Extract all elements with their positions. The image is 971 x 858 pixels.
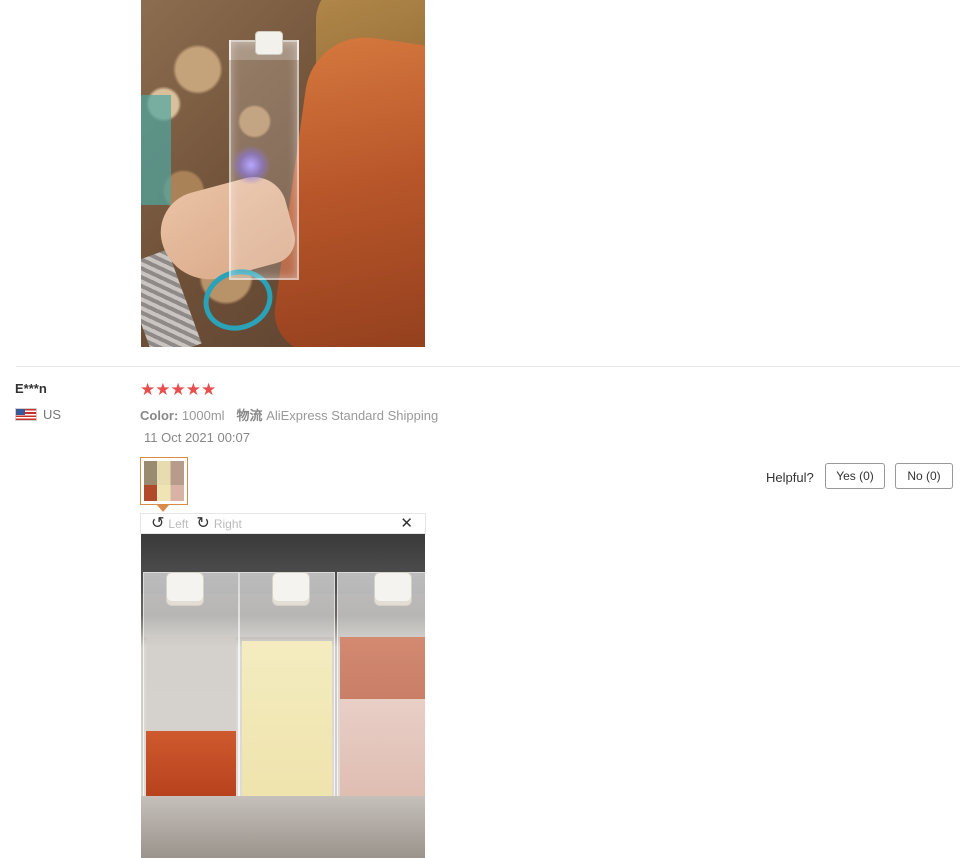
helpful-yes-button[interactable]: Yes (0) <box>825 463 885 489</box>
country-label: US <box>43 406 62 422</box>
review-photo-thumbnail[interactable] <box>140 457 188 505</box>
rotate-right-label: Right <box>213 516 242 531</box>
review-photo-large[interactable] <box>141 534 425 858</box>
us-flag-icon <box>15 407 37 421</box>
rotate-left-button[interactable]: ↺ Left <box>151 514 189 532</box>
review-page: E***n US ★★★★★ Color: 1000ml 物流 AliExpres… <box>0 0 971 858</box>
bottle-middle <box>239 572 335 802</box>
rotate-right-icon: ↻ <box>196 514 210 532</box>
rotate-right-button[interactable]: ↻ Right <box>196 514 242 532</box>
thumbnail-caret-icon <box>157 505 169 512</box>
close-icon[interactable]: ✕ <box>400 515 413 532</box>
bottle-left <box>143 572 239 802</box>
thumbnail-image <box>144 461 184 501</box>
shipping-value: AliExpress Standard Shipping <box>266 408 439 423</box>
review-attributes: Color: 1000ml 物流 AliExpress Standard Ship… <box>140 405 438 424</box>
image-viewer-toolbar: ↺ Left ↻ Right ✕ <box>140 513 426 534</box>
helpful-label: Helpful? <box>766 470 814 485</box>
shipping-label: 物流 <box>236 408 263 423</box>
rotate-left-label: Left <box>168 516 189 531</box>
review-divider <box>16 366 960 367</box>
bottle-right <box>337 572 425 802</box>
star-rating: ★★★★★ <box>140 380 217 399</box>
color-value: 1000ml <box>181 408 225 423</box>
review-date: 11 Oct 2021 00:07 <box>144 430 251 445</box>
reviewer-name: E***n <box>15 381 47 396</box>
color-label: Color: <box>140 408 179 423</box>
previous-review-photo[interactable] <box>141 0 425 347</box>
reviewer-country: US <box>15 406 61 422</box>
helpful-no-button[interactable]: No (0) <box>895 463 953 489</box>
rotate-left-icon: ↺ <box>151 514 165 532</box>
